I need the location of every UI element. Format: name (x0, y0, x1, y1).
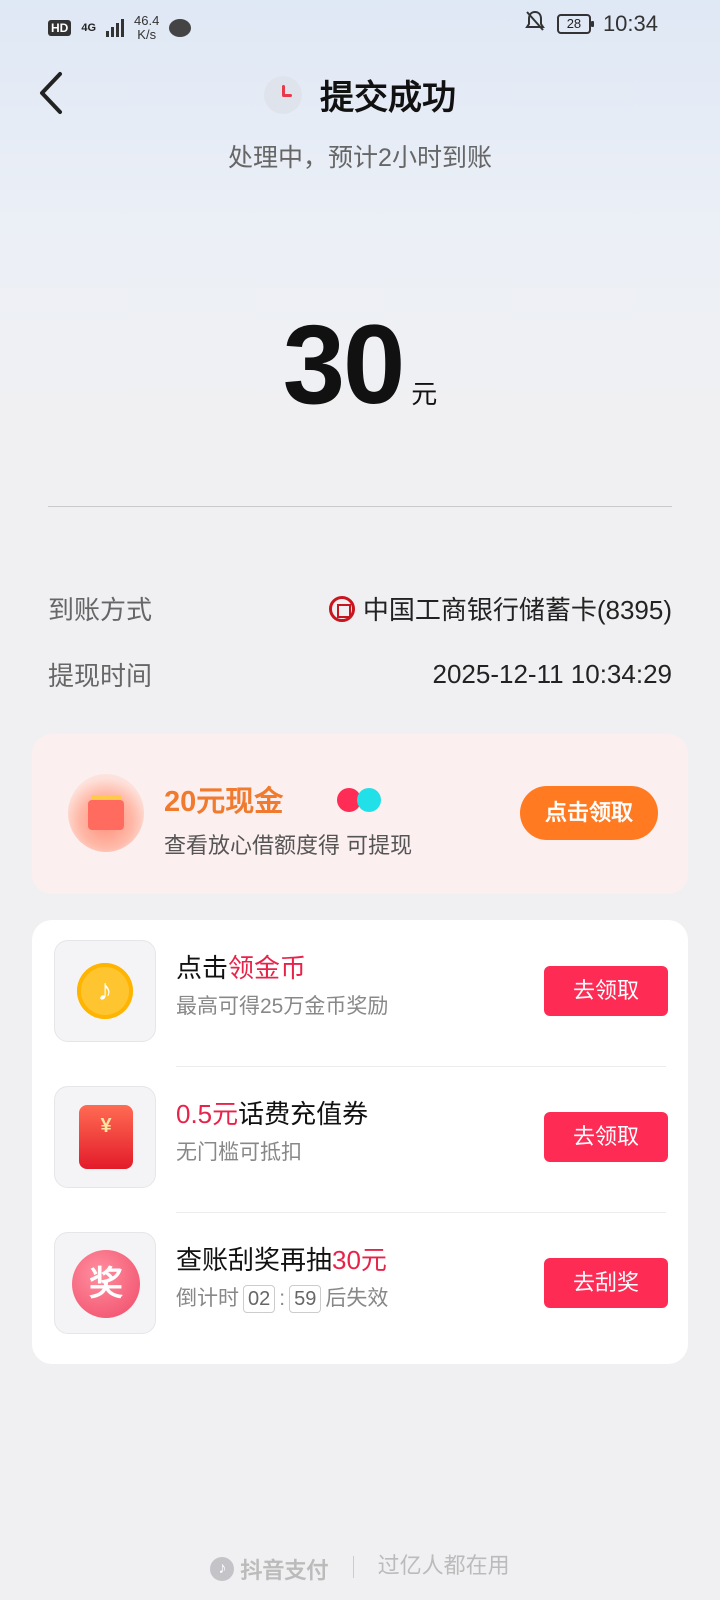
header: 提交成功 (0, 70, 720, 119)
footer-slogan: 过亿人都在用 (377, 1553, 510, 1578)
task-item-scratch[interactable]: 奖 查账刮奖再抽30元 倒计时 02:59 后失效 去刮奖 (32, 1212, 688, 1334)
claim-cash-button[interactable]: 点击领取 (520, 786, 658, 840)
task-title: 查账刮奖再抽30元 (176, 1245, 387, 1275)
countdown-desc: 倒计时 02:59 后失效 (176, 1282, 388, 1313)
detail-label: 提现时间 (48, 661, 153, 691)
amount-value: 30 (282, 302, 406, 427)
network-speed: 46.4 K/s (134, 13, 160, 42)
divider (48, 506, 672, 507)
prize-icon: 奖 (72, 1250, 140, 1318)
task-title: 点击领金币 (176, 953, 307, 983)
promo-desc: 查看放心借额度得 可提现 (164, 833, 413, 858)
brand-dots-icon (337, 788, 387, 812)
coin-icon: ♪ (77, 963, 133, 1019)
icbc-bank-icon (328, 595, 355, 622)
battery-icon: 28 (556, 14, 594, 34)
scratch-button[interactable]: 去刮奖 (544, 1258, 668, 1308)
amount-display: 30 元 (0, 300, 720, 429)
red-envelope-icon (79, 1105, 133, 1169)
promo-title: 20元现金 (164, 786, 284, 818)
status-subtitle: 处理中，预计2小时到账 (228, 144, 492, 172)
detail-row-time: 提现时间 2025-12-11 10:34:29 (48, 656, 672, 693)
detail-value: 中国工商银行储蓄卡(8395) (362, 595, 672, 625)
page-title: 提交成功 (320, 79, 456, 117)
footer-brand: 抖音支付 (240, 1558, 329, 1583)
task-title: 0.5元话费充值券 (176, 1099, 369, 1129)
countdown-minutes: 02 (243, 1285, 276, 1313)
message-icon (169, 19, 192, 37)
promo-card[interactable]: 20元现金 查看放心借额度得 可提现 点击领取 (32, 734, 688, 894)
footer-divider (352, 1556, 354, 1579)
gift-box-icon (68, 774, 144, 852)
signal-icon (106, 19, 125, 37)
task-icon-box (54, 1086, 156, 1188)
amount-unit: 元 (411, 379, 438, 409)
footer: ♪ 抖音支付 过亿人都在用 (0, 1548, 720, 1585)
task-desc: 无门槛可抵扣 (176, 1141, 302, 1164)
claim-voucher-button[interactable]: 去领取 (544, 1112, 668, 1162)
task-item-coins[interactable]: ♪ 点击领金币 最高可得25万金币奖励 去领取 (32, 920, 688, 1042)
task-icon-box: ♪ (54, 940, 156, 1042)
clock-time: 10:34 (602, 11, 658, 36)
douyin-logo-icon: ♪ (210, 1557, 235, 1581)
douyin-pay-logo: ♪ 抖音支付 (210, 1553, 328, 1585)
task-icon-box: 奖 (54, 1232, 156, 1334)
network-type: 4G (81, 22, 97, 34)
bell-muted-icon (525, 10, 545, 38)
detail-value: 2025-12-11 10:34:29 (432, 659, 673, 689)
status-bar: HD 4G 46.4 K/s 28 10:34 (0, 8, 720, 44)
task-item-voucher[interactable]: 0.5元话费充值券 无门槛可抵扣 去领取 (32, 1066, 688, 1188)
detail-label: 到账方式 (48, 595, 153, 625)
detail-row-method: 到账方式 中国工商银行储蓄卡(8395) (48, 590, 672, 627)
clock-icon (264, 75, 302, 114)
task-card: ♪ 点击领金币 最高可得25万金币奖励 去领取 0.5元话费充值券 无门槛可抵扣… (32, 920, 688, 1364)
task-desc: 最高可得25万金币奖励 (176, 995, 389, 1018)
claim-coins-button[interactable]: 去领取 (544, 966, 668, 1016)
countdown-seconds: 59 (289, 1285, 322, 1313)
hd-badge: HD (48, 20, 72, 36)
